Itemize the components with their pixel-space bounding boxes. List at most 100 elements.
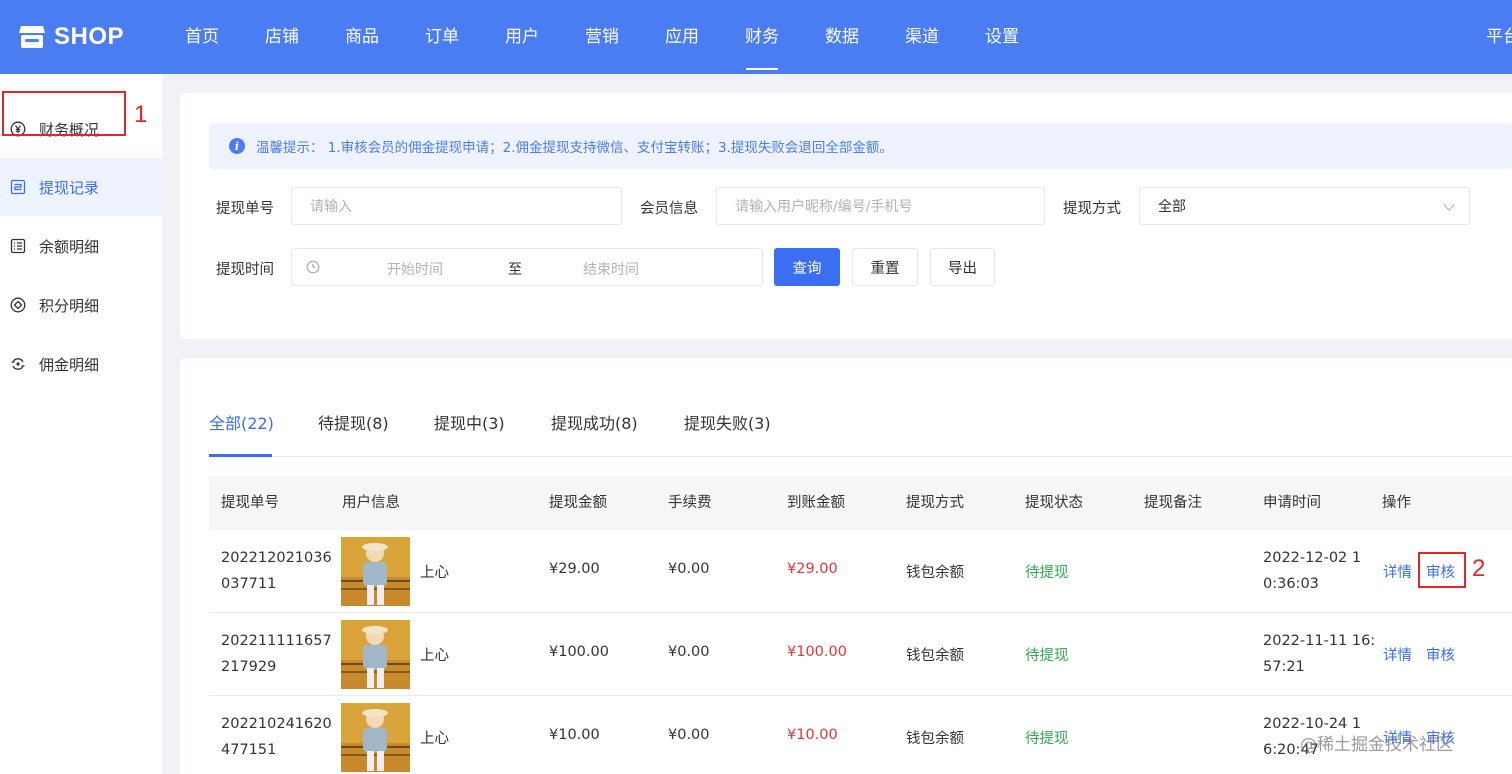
sidebar-item-points-details[interactable]: 积分明细 <box>0 276 162 334</box>
col-method: 提现方式 <box>906 495 964 511</box>
order-no-line2: 217929 <box>221 659 277 675</box>
status-tabs: 全部(22) 待提现(8) 提现中(3) 提现成功(8) 提现失败(3) <box>209 358 1512 457</box>
method-cell: 钱包余额 <box>906 731 964 747</box>
col-user-info: 用户信息 <box>342 495 400 511</box>
order-no-line2: 477151 <box>221 742 277 758</box>
records-panel: 全部(22) 待提现(8) 提现中(3) 提现成功(8) 提现失败(3) 提现单… <box>180 358 1512 774</box>
order-no-line2: 037711 <box>221 576 277 592</box>
nav-channels[interactable]: 渠道 <box>882 0 962 74</box>
annotation-number-1: 1 <box>134 101 148 128</box>
query-button[interactable]: 查询 <box>774 248 840 286</box>
amount-cell: ¥10.00 <box>549 727 600 743</box>
status-cell: 待提现 <box>1025 731 1069 747</box>
nav-products[interactable]: 商品 <box>322 0 402 74</box>
avatar <box>341 620 410 689</box>
apply-time-cell: 2022-12-02 1 0:36:03 <box>1263 545 1361 597</box>
table-header: 提现单号 用户信息 提现金额 手续费 到账金额 提现方式 提现状态 提现备注 申… <box>209 476 1512 530</box>
col-amount: 提现金额 <box>549 495 607 511</box>
member-info-placeholder: 请输入用户昵称/编号/手机号 <box>735 199 913 215</box>
tip-notice-text: 温馨提示： 1.审核会员的佣金提现申请；2.佣金提现支持微信、支付宝转账；3.提… <box>256 140 893 156</box>
filter-panel: i 温馨提示： 1.审核会员的佣金提现申请；2.佣金提现支持微信、支付宝转账；3… <box>180 93 1512 339</box>
col-actions: 操作 <box>1382 495 1411 511</box>
nav-data[interactable]: 数据 <box>802 0 882 74</box>
order-no-line1: 202212021036 <box>221 550 332 566</box>
fee-cell: ¥0.00 <box>668 561 710 577</box>
nav-finance[interactable]: 财务 <box>722 0 802 74</box>
start-time-placeholder[interactable]: 开始时间 <box>387 259 443 279</box>
member-info-input[interactable]: 请输入用户昵称/编号/手机号 <box>716 187 1045 225</box>
nav-apps[interactable]: 应用 <box>642 0 722 74</box>
tab-all[interactable]: 全部(22) <box>209 410 274 434</box>
amount-cell: ¥100.00 <box>549 644 609 660</box>
end-time-placeholder[interactable]: 结束时间 <box>583 259 639 279</box>
nav-settings[interactable]: 设置 <box>962 0 1042 74</box>
shop-logo[interactable]: SHOP <box>18 22 124 52</box>
clock-icon <box>306 260 320 274</box>
col-apply-time: 申请时间 <box>1263 495 1321 511</box>
avatar <box>341 703 410 772</box>
sidebar-item-label: 提现记录 <box>39 178 100 197</box>
sidebar-item-label: 积分明细 <box>39 296 100 315</box>
order-no-line1: 202210241620 <box>221 716 332 732</box>
info-icon: i <box>229 138 245 154</box>
withdraw-record-icon <box>10 179 26 195</box>
tab-pending[interactable]: 待提现(8) <box>318 410 389 434</box>
nav-store[interactable]: 店铺 <box>242 0 322 74</box>
sidebar-item-commission-details[interactable]: 佣金明细 <box>0 335 162 393</box>
method-cell: 钱包余额 <box>906 565 964 581</box>
active-tab-indicator <box>209 454 272 457</box>
logo-text: SHOP <box>54 23 125 50</box>
withdraw-time-label: 提现时间 <box>216 262 274 278</box>
nav-marketing[interactable]: 营销 <box>562 0 642 74</box>
tab-failed[interactable]: 提现失败(3) <box>684 410 771 434</box>
col-fee: 手续费 <box>668 495 712 511</box>
export-button[interactable]: 导出 <box>930 248 995 286</box>
detail-link[interactable]: 详情 <box>1383 644 1412 665</box>
tab-success[interactable]: 提现成功(8) <box>551 410 638 434</box>
user-name: 上心 <box>420 648 449 664</box>
withdraw-method-label: 提现方式 <box>1063 201 1121 217</box>
amount-cell: ¥29.00 <box>549 561 600 577</box>
chevron-down-icon <box>1443 199 1455 211</box>
commission-icon <box>10 356 26 372</box>
platform-link[interactable]: 平台 <box>1486 0 1512 74</box>
sidebar-item-balance-details[interactable]: 余额明细 <box>0 217 162 275</box>
table-row: 202211111657 217929 上心 ¥100.00 ¥0.00 ¥10… <box>209 613 1512 696</box>
finance-sidebar: 财务概况 提现记录 余额明细 积分明细 佣金明细 <box>0 74 162 774</box>
order-no-placeholder: 请输入 <box>310 199 352 215</box>
tab-processing[interactable]: 提现中(3) <box>434 410 505 434</box>
nav-orders[interactable]: 订单 <box>402 0 482 74</box>
audit-link[interactable]: 审核 <box>1426 644 1455 665</box>
order-no-label: 提现单号 <box>216 201 274 217</box>
reset-button[interactable]: 重置 <box>852 248 918 286</box>
nav-users[interactable]: 用户 <box>482 0 562 74</box>
table-row: 202212021036 037711 上心 ¥29.00 ¥0.00 ¥29.… <box>209 530 1512 613</box>
fee-cell: ¥0.00 <box>668 727 710 743</box>
list-icon <box>10 238 26 254</box>
nav-home[interactable]: 首页 <box>162 0 242 74</box>
col-order-no: 提现单号 <box>221 495 279 511</box>
col-status: 提现状态 <box>1025 495 1083 511</box>
detail-link[interactable]: 详情 <box>1383 561 1412 582</box>
apply-time-line1: 2022-12-02 1 <box>1263 550 1362 566</box>
main-nav: 首页 店铺 商品 订单 用户 营销 应用 财务 数据 渠道 设置 <box>162 0 1042 74</box>
withdraw-method-select[interactable]: 全部 <box>1139 187 1470 225</box>
order-no-cell: 202211111657 217929 <box>221 628 332 680</box>
received-cell: ¥29.00 <box>787 561 838 577</box>
order-no-line1: 202211111657 <box>221 633 332 649</box>
received-cell: ¥10.00 <box>787 727 838 743</box>
sidebar-item-label: 佣金明细 <box>39 355 100 374</box>
withdraw-method-value: 全部 <box>1158 199 1186 215</box>
apply-time-line2: 57:21 <box>1263 659 1305 675</box>
user-name: 上心 <box>420 731 449 747</box>
member-info-label: 会员信息 <box>640 201 698 217</box>
col-remark: 提现备注 <box>1144 495 1202 511</box>
withdraw-time-range-picker[interactable]: 开始时间 至 结束时间 <box>291 248 763 286</box>
order-no-input[interactable]: 请输入 <box>291 187 622 225</box>
sidebar-item-label: 余额明细 <box>39 237 100 256</box>
annotation-box-2 <box>1418 552 1466 588</box>
avatar <box>341 537 410 606</box>
apply-time-line1: 2022-11-11 16: <box>1263 633 1376 649</box>
points-diamond-icon <box>10 297 26 313</box>
sidebar-item-withdraw-records[interactable]: 提现记录 <box>0 158 162 216</box>
